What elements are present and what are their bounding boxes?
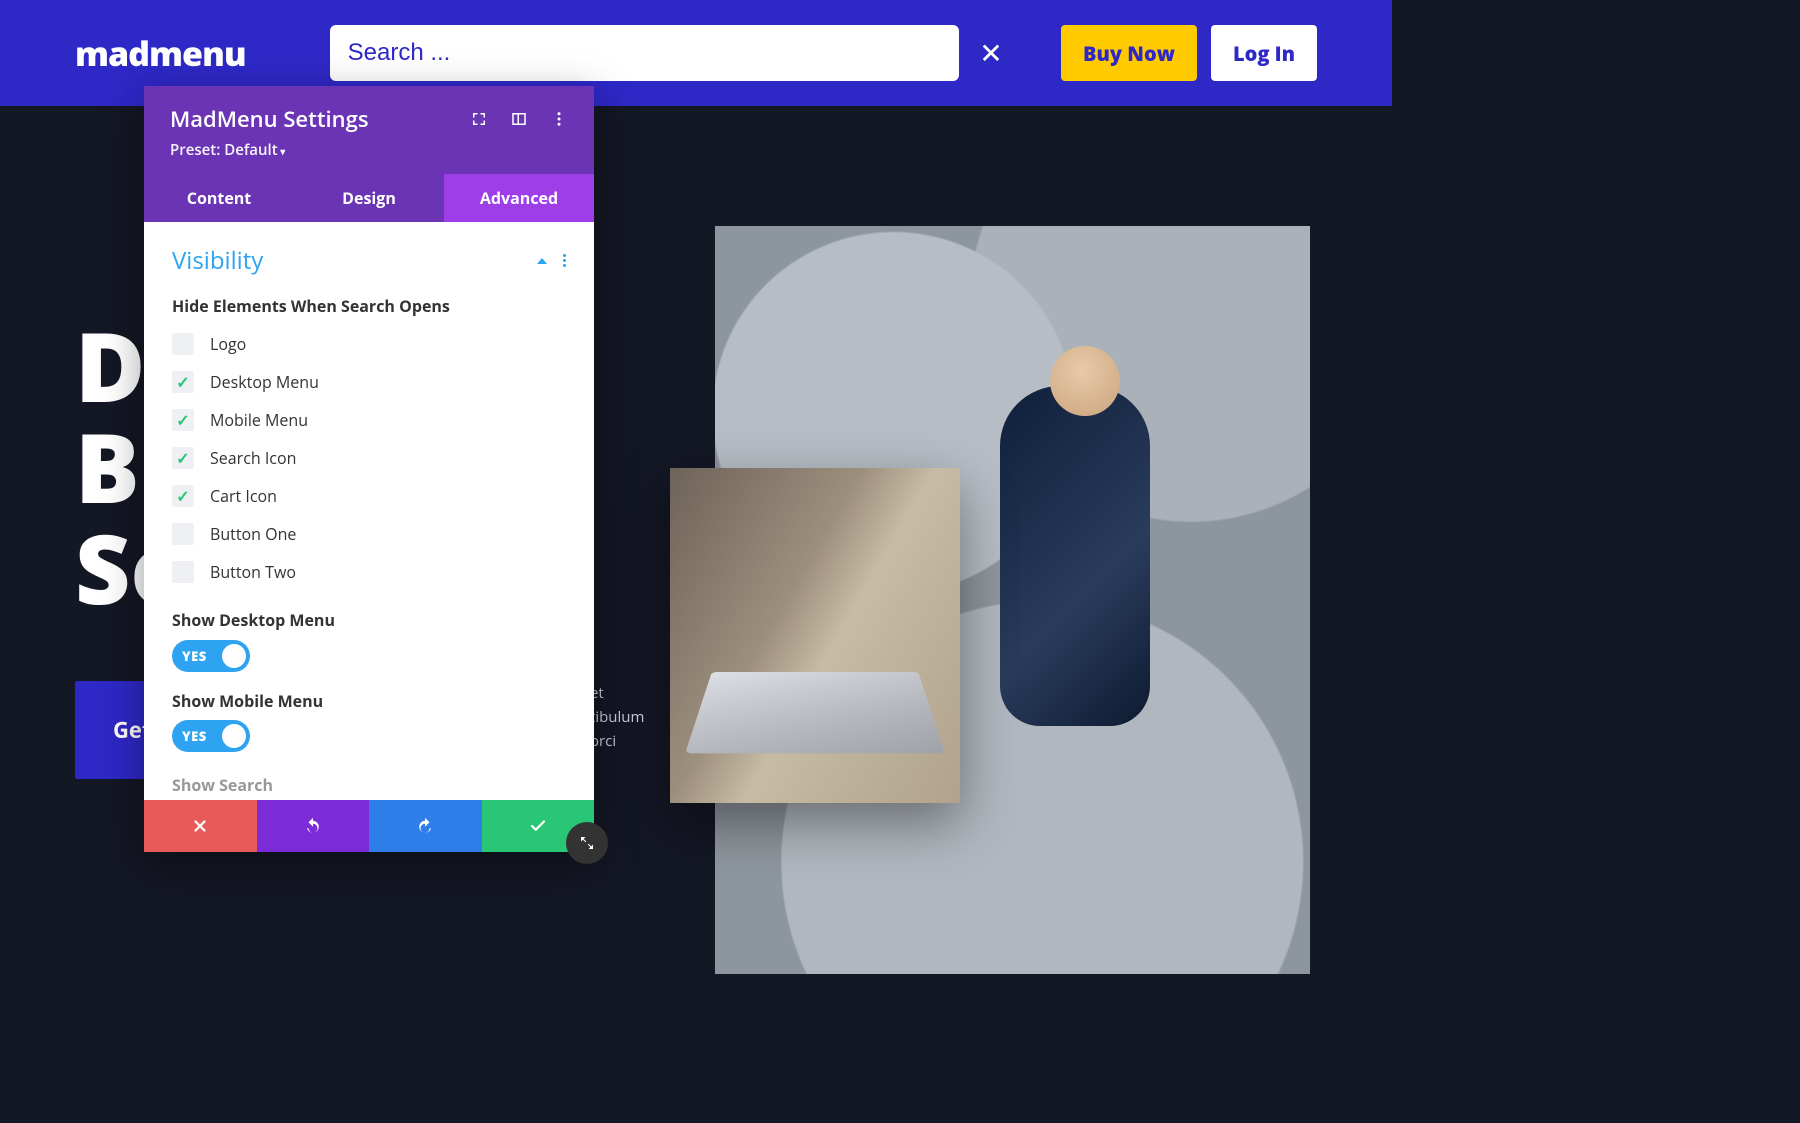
checkbox-label: Logo bbox=[210, 333, 246, 355]
fullscreen-icon[interactable] bbox=[470, 110, 488, 128]
panel-title: MadMenu Settings bbox=[170, 104, 369, 134]
checkbox[interactable] bbox=[172, 333, 194, 355]
preset-dropdown[interactable]: Preset: Default bbox=[170, 140, 568, 160]
section-title: Visibility bbox=[172, 244, 263, 277]
checkbox-label: Cart Icon bbox=[210, 485, 277, 507]
panel-tabs: Content Design Advanced bbox=[144, 174, 594, 222]
hide-elements-label: Hide Elements When Search Opens bbox=[172, 295, 566, 317]
settings-panel: MadMenu Settings Preset: Default Content… bbox=[144, 86, 594, 852]
undo-icon bbox=[304, 817, 322, 835]
checkbox[interactable] bbox=[172, 561, 194, 583]
section-head-visibility[interactable]: Visibility bbox=[172, 244, 566, 277]
tab-design[interactable]: Design bbox=[294, 174, 444, 222]
site-logo: madmenu bbox=[75, 30, 246, 76]
login-button[interactable]: Log In bbox=[1211, 25, 1317, 81]
cancel-button[interactable] bbox=[144, 800, 257, 852]
checkbox-label: Desktop Menu bbox=[210, 371, 319, 393]
hero-body-line2: tibulum bbox=[590, 707, 644, 727]
more-vertical-icon[interactable] bbox=[550, 110, 568, 128]
redo-button[interactable] bbox=[369, 800, 482, 852]
show-desktop-toggle[interactable]: YES bbox=[172, 640, 250, 672]
checkbox-row[interactable]: Logo bbox=[172, 325, 566, 363]
section-more-icon[interactable] bbox=[563, 254, 566, 267]
columns-icon[interactable] bbox=[510, 110, 528, 128]
expand-arrows-icon bbox=[578, 834, 596, 852]
show-mobile-label: Show Mobile Menu bbox=[172, 690, 566, 712]
checkbox[interactable] bbox=[172, 447, 194, 469]
undo-button[interactable] bbox=[257, 800, 370, 852]
checkbox-row[interactable]: Mobile Menu bbox=[172, 401, 566, 439]
checkbox[interactable] bbox=[172, 485, 194, 507]
show-search-label: Show Search bbox=[172, 774, 566, 796]
checkbox-row[interactable]: Cart Icon bbox=[172, 477, 566, 515]
hero-body-text: et tibulum orci bbox=[590, 681, 644, 753]
panel-body: Visibility Hide Elements When Search Ope… bbox=[144, 222, 594, 800]
search-input[interactable] bbox=[330, 25, 959, 81]
laptop-keyboard-shape bbox=[685, 672, 945, 753]
checkbox[interactable] bbox=[172, 371, 194, 393]
checkbox-label: Search Icon bbox=[210, 447, 296, 469]
check-icon bbox=[529, 817, 547, 835]
topbar-buttons: Buy Now Log In bbox=[1061, 25, 1317, 81]
checkbox-label: Button One bbox=[210, 523, 296, 545]
checkbox[interactable] bbox=[172, 409, 194, 431]
checkbox-row[interactable]: Search Icon bbox=[172, 439, 566, 477]
panel-header: MadMenu Settings Preset: Default bbox=[144, 86, 594, 174]
show-desktop-label: Show Desktop Menu bbox=[172, 609, 566, 631]
background-image-person bbox=[1000, 386, 1150, 726]
checkbox-row[interactable]: Desktop Menu bbox=[172, 363, 566, 401]
search-wrap: ✕ bbox=[330, 25, 1009, 81]
tab-advanced[interactable]: Advanced bbox=[444, 174, 594, 222]
show-mobile-toggle[interactable]: YES bbox=[172, 720, 250, 752]
chevron-up-icon[interactable] bbox=[537, 258, 547, 264]
search-close-icon[interactable]: ✕ bbox=[973, 35, 1009, 71]
checkbox[interactable] bbox=[172, 523, 194, 545]
close-icon bbox=[191, 817, 209, 835]
panel-footer bbox=[144, 800, 594, 852]
checkbox-label: Button Two bbox=[210, 561, 296, 583]
checkbox-row[interactable]: Button One bbox=[172, 515, 566, 553]
checkbox-row[interactable]: Button Two bbox=[172, 553, 566, 591]
tab-content[interactable]: Content bbox=[144, 174, 294, 222]
foreground-image-laptop bbox=[670, 468, 960, 803]
checkbox-list: Logo Desktop Menu Mobile Menu Search Icon Ca… bbox=[172, 325, 566, 591]
checkbox-label: Mobile Menu bbox=[210, 409, 308, 431]
buy-now-button[interactable]: Buy Now bbox=[1061, 25, 1197, 81]
expand-handle[interactable] bbox=[566, 822, 608, 864]
redo-icon bbox=[416, 817, 434, 835]
